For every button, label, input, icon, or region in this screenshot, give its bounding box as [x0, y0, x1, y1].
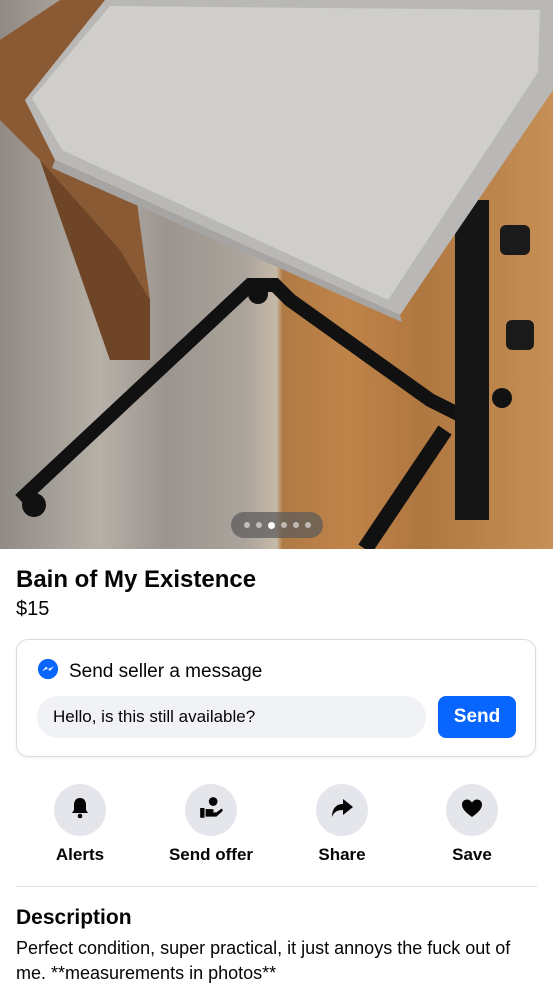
- save-action[interactable]: Save: [412, 784, 532, 865]
- pager-dot[interactable]: [304, 522, 311, 528]
- listing-actions: Alerts Send offer Share Save: [0, 784, 553, 874]
- listing-price: $15: [16, 598, 50, 620]
- pager-dot[interactable]: [243, 522, 250, 528]
- bell-icon: [68, 796, 92, 825]
- alerts-action[interactable]: Alerts: [20, 784, 140, 865]
- send-offer-label: Send offer: [168, 845, 254, 864]
- message-header: Send seller a message: [37, 658, 262, 685]
- share-label: Share: [318, 845, 366, 864]
- share-arrow-icon: [330, 796, 354, 825]
- listing-photo[interactable]: [0, 0, 553, 549]
- pager-dot[interactable]: [280, 522, 287, 528]
- offer-hand-icon: [198, 795, 224, 826]
- listing-title: Bain of My Existence: [16, 566, 257, 593]
- message-heading: Send seller a message: [69, 660, 263, 682]
- message-input[interactable]: [37, 696, 426, 738]
- section-divider: [16, 886, 537, 887]
- table-photo-illustration: [0, 0, 553, 549]
- alerts-button[interactable]: [54, 784, 106, 836]
- save-button[interactable]: [446, 784, 498, 836]
- description-heading: Description: [16, 906, 132, 929]
- send-message-button[interactable]: Send: [438, 696, 516, 738]
- send-offer-button[interactable]: [185, 784, 237, 836]
- photo-pager-dots[interactable]: [231, 512, 323, 538]
- send-offer-action[interactable]: Send offer: [151, 784, 271, 865]
- messenger-icon: [37, 658, 59, 685]
- heart-icon: [460, 796, 484, 825]
- pager-dot-active[interactable]: [267, 521, 275, 529]
- message-seller-card: Send seller a message Send: [16, 639, 536, 757]
- description-text: Perfect condition, super practical, it j…: [16, 938, 511, 983]
- share-action[interactable]: Share: [282, 784, 402, 865]
- save-label: Save: [452, 845, 492, 864]
- alerts-label: Alerts: [55, 845, 105, 864]
- share-button[interactable]: [316, 784, 368, 836]
- pager-dot[interactable]: [292, 522, 299, 528]
- pager-dot[interactable]: [255, 522, 262, 528]
